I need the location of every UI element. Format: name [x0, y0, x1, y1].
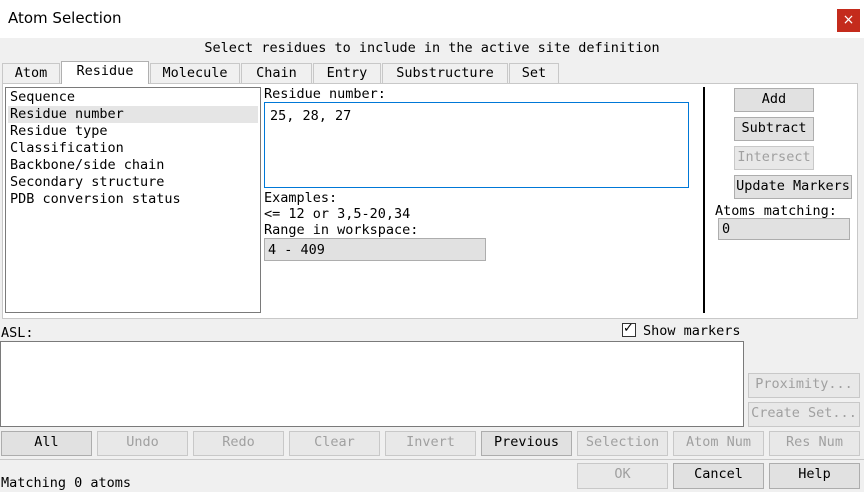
invert-button[interactable]: Invert	[385, 431, 476, 456]
create-set-button[interactable]: Create Set...	[748, 402, 860, 427]
subtract-button[interactable]: Subtract	[734, 117, 814, 141]
title-bar	[0, 0, 864, 38]
add-button[interactable]: Add	[734, 88, 814, 112]
close-icon: ×	[842, 12, 855, 28]
atom-num-button[interactable]: Atom Num	[673, 431, 764, 456]
window-title: Atom Selection	[8, 9, 122, 27]
tab-substructure[interactable]: Substructure	[382, 63, 508, 83]
atom-selection-dialog: { "window": { "title": "Atom Selection",…	[0, 0, 864, 492]
criteria-list[interactable]: Sequence Residue number Residue type Cla…	[5, 87, 261, 313]
asl-input[interactable]	[0, 341, 744, 427]
tab-chain[interactable]: Chain	[241, 63, 312, 83]
tab-molecule[interactable]: Molecule	[150, 63, 240, 83]
proximity-button[interactable]: Proximity...	[748, 373, 860, 398]
vertical-divider	[703, 87, 705, 313]
residue-number-input[interactable]: 25, 28, 27	[264, 102, 689, 188]
tab-entry[interactable]: Entry	[313, 63, 381, 83]
atoms-matching-value: 0	[722, 221, 731, 237]
help-button[interactable]: Help	[769, 463, 860, 489]
all-button[interactable]: All	[1, 431, 92, 456]
tab-set[interactable]: Set	[509, 63, 559, 83]
tab-residue[interactable]: Residue	[61, 61, 149, 84]
dialog-subtitle: Select residues to include in the active…	[204, 40, 660, 56]
range-field: 4 - 409	[264, 238, 486, 261]
show-markers-checkbox[interactable]: ✓	[622, 321, 636, 337]
status-text: Matching 0 atoms	[1, 475, 132, 491]
res-num-button[interactable]: Res Num	[769, 431, 860, 456]
list-item-residue-number[interactable]: Residue number	[8, 106, 258, 123]
examples-value: <= 12 or 3,5-20,34	[264, 206, 411, 222]
tab-atom[interactable]: Atom	[2, 63, 60, 83]
redo-button[interactable]: Redo	[193, 431, 284, 456]
range-label: Range in workspace:	[264, 222, 419, 238]
list-item-sequence[interactable]: Sequence	[8, 89, 258, 106]
show-markers-label: Show markers	[643, 323, 741, 339]
list-item-residue-type[interactable]: Residue type	[8, 123, 258, 140]
clear-button[interactable]: Clear	[289, 431, 380, 456]
residue-number-value: 25, 28, 27	[270, 108, 352, 124]
ok-button[interactable]: OK	[577, 463, 668, 489]
list-item-backbone-side-chain[interactable]: Backbone/side chain	[8, 157, 258, 174]
examples-label: Examples:	[264, 190, 338, 206]
intersect-button[interactable]: Intersect	[734, 146, 814, 170]
bottom-divider	[0, 459, 864, 460]
residue-number-label: Residue number:	[264, 86, 386, 102]
undo-button[interactable]: Undo	[97, 431, 188, 456]
selection-button[interactable]: Selection	[577, 431, 668, 456]
atoms-matching-field: 0	[718, 218, 850, 240]
cancel-button[interactable]: Cancel	[673, 463, 764, 489]
list-item-pdb-conversion-status[interactable]: PDB conversion status	[8, 191, 258, 208]
asl-label: ASL:	[1, 325, 34, 341]
close-button[interactable]: ×	[837, 9, 860, 32]
list-item-secondary-structure[interactable]: Secondary structure	[8, 174, 258, 191]
checkmark-icon: ✓	[623, 321, 634, 336]
list-item-classification[interactable]: Classification	[8, 140, 258, 157]
previous-button[interactable]: Previous	[481, 431, 572, 456]
atoms-matching-label: Atoms matching:	[715, 203, 837, 219]
range-value: 4 - 409	[268, 242, 325, 258]
update-markers-button[interactable]: Update Markers	[734, 175, 852, 199]
